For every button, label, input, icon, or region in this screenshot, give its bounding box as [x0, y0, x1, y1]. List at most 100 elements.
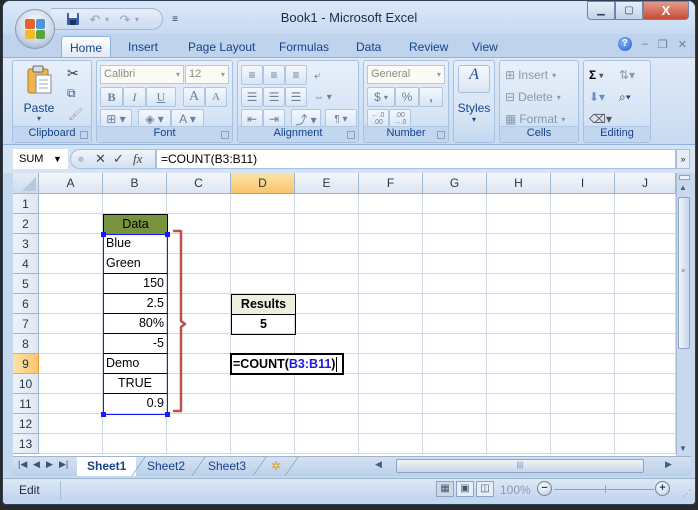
align-top-button[interactable]: ≡	[241, 65, 263, 85]
cell-b5[interactable]: 150	[103, 274, 168, 294]
normal-view-button[interactable]: ▦	[436, 481, 454, 497]
find-select-button[interactable]: ⌕▾	[618, 87, 646, 107]
grid-cell[interactable]	[615, 414, 676, 434]
bold-button[interactable]: B	[100, 87, 123, 107]
grid-cell[interactable]	[359, 434, 423, 454]
row-header-9[interactable]: 9	[13, 354, 39, 374]
grid-cell[interactable]	[231, 414, 295, 434]
grid-cell[interactable]	[615, 434, 676, 454]
underline-button[interactable]: U	[146, 87, 176, 107]
grid-cell[interactable]	[423, 334, 487, 354]
grid-cell[interactable]	[359, 294, 423, 314]
row-header-3[interactable]: 3	[13, 234, 39, 254]
last-sheet-icon[interactable]: ▶|	[59, 459, 68, 470]
grid-cell[interactable]	[39, 234, 103, 254]
grid-cell[interactable]	[39, 334, 103, 354]
grid-cell[interactable]	[615, 274, 676, 294]
grid-cell[interactable]	[551, 314, 615, 334]
grid-cell[interactable]	[39, 414, 103, 434]
workbook-restore-icon[interactable]: ❐	[658, 38, 668, 51]
row-header-6[interactable]: 6	[13, 294, 39, 314]
grid-cell[interactable]	[551, 394, 615, 414]
grid-cell[interactable]	[615, 314, 676, 334]
paste-button[interactable]: Paste ▾	[19, 63, 59, 123]
row-header-2[interactable]: 2	[13, 214, 39, 234]
grid-cell[interactable]	[359, 394, 423, 414]
column-header-a[interactable]: A	[39, 173, 103, 194]
sheet-tab-sheet1[interactable]: Sheet1	[77, 457, 137, 476]
tab-view[interactable]: View	[464, 36, 506, 58]
column-header-b[interactable]: B	[103, 173, 167, 194]
cell-b7[interactable]: 80%	[103, 314, 168, 334]
grid-cell[interactable]	[359, 274, 423, 294]
grid-cell[interactable]	[423, 254, 487, 274]
grid-cell[interactable]	[615, 374, 676, 394]
comma-button[interactable]: ,	[419, 87, 443, 107]
grid-cell[interactable]	[39, 354, 103, 374]
sort-filter-button[interactable]: ⇅▾	[618, 65, 646, 85]
column-header-d[interactable]: D	[231, 173, 295, 194]
currency-button[interactable]: $ ▾	[367, 87, 395, 107]
grid-cell[interactable]	[295, 274, 359, 294]
italic-button[interactable]: I	[123, 87, 146, 107]
row-header-13[interactable]: 13	[13, 434, 39, 454]
cell-b8[interactable]: -5	[103, 334, 168, 354]
scroll-right-icon[interactable]: ▶	[665, 459, 672, 470]
alignment-launcher-icon[interactable]	[347, 131, 355, 139]
cell-b3[interactable]: Blue	[103, 234, 168, 254]
grid-cell[interactable]	[423, 274, 487, 294]
row-header-1[interactable]: 1	[13, 194, 39, 214]
copy-icon[interactable]: ⧉	[67, 86, 76, 101]
grid-cell[interactable]	[295, 334, 359, 354]
grid-cell[interactable]	[487, 234, 551, 254]
align-middle-button[interactable]: ≡	[263, 65, 285, 85]
merge-center-button[interactable]: ⇔ ▾	[313, 87, 343, 107]
grid-cell[interactable]	[615, 214, 676, 234]
align-right-button[interactable]: ☰	[285, 87, 307, 107]
grid-cell[interactable]	[231, 254, 295, 274]
enter-icon[interactable]: ✓	[113, 151, 124, 167]
grid-cell[interactable]	[39, 294, 103, 314]
grid-cell[interactable]	[487, 394, 551, 414]
worksheet-grid[interactable]: ABCDEFGHIJ 1 2 3 4 5 6 7 8 9 10 11 12 13 Data Blue G…	[13, 173, 691, 456]
insert-cells-button[interactable]: ⊞ Insert ▾	[504, 65, 576, 85]
grid-cell[interactable]	[359, 314, 423, 334]
grid-cell[interactable]	[487, 334, 551, 354]
grid-cell[interactable]	[487, 294, 551, 314]
align-bottom-button[interactable]: ≡	[285, 65, 307, 85]
workbook-close-icon[interactable]: ✕	[678, 38, 687, 51]
workbook-minimize-icon[interactable]: –	[642, 38, 648, 50]
column-header-h[interactable]: H	[487, 173, 551, 194]
grow-font-button[interactable]: A	[183, 87, 205, 107]
help-icon[interactable]: ?	[617, 37, 632, 51]
page-break-view-button[interactable]: ◫	[476, 481, 494, 497]
tab-insert[interactable]: Insert	[120, 36, 166, 58]
zoom-out-button[interactable]: −	[537, 481, 552, 496]
resize-grip-icon[interactable]: ⋰	[683, 489, 691, 498]
tab-page-layout[interactable]: Page Layout	[180, 36, 263, 58]
grid-cell[interactable]	[423, 294, 487, 314]
grid-cell[interactable]	[487, 214, 551, 234]
font-name-combo[interactable]: Calibri ▾	[100, 65, 184, 84]
range-handle-top-left[interactable]	[101, 232, 106, 237]
grid-cell[interactable]	[423, 354, 487, 374]
grid-cell[interactable]	[551, 274, 615, 294]
grid-cell[interactable]	[295, 214, 359, 234]
name-box-dropdown-icon[interactable]: ▼	[53, 149, 62, 169]
grid-cell[interactable]	[551, 294, 615, 314]
column-header-i[interactable]: I	[551, 173, 615, 194]
cell-b9[interactable]: Demo	[103, 354, 168, 374]
grid-cell[interactable]	[423, 314, 487, 334]
grid-cell[interactable]	[359, 194, 423, 214]
row-header-5[interactable]: 5	[13, 274, 39, 294]
grid-cell[interactable]	[295, 294, 359, 314]
cell-b4[interactable]: Green	[103, 254, 168, 274]
grid-cell[interactable]	[423, 194, 487, 214]
grid-cell[interactable]	[231, 194, 295, 214]
cell-d7[interactable]: 5	[231, 314, 296, 335]
minimize-button[interactable]: ▁	[587, 1, 615, 20]
format-painter-icon[interactable]: 🖌	[68, 107, 83, 121]
formula-input[interactable]: =COUNT(B3:B11)	[156, 149, 676, 169]
cell-b6[interactable]: 2.5	[103, 294, 168, 314]
grid-cell[interactable]	[487, 314, 551, 334]
